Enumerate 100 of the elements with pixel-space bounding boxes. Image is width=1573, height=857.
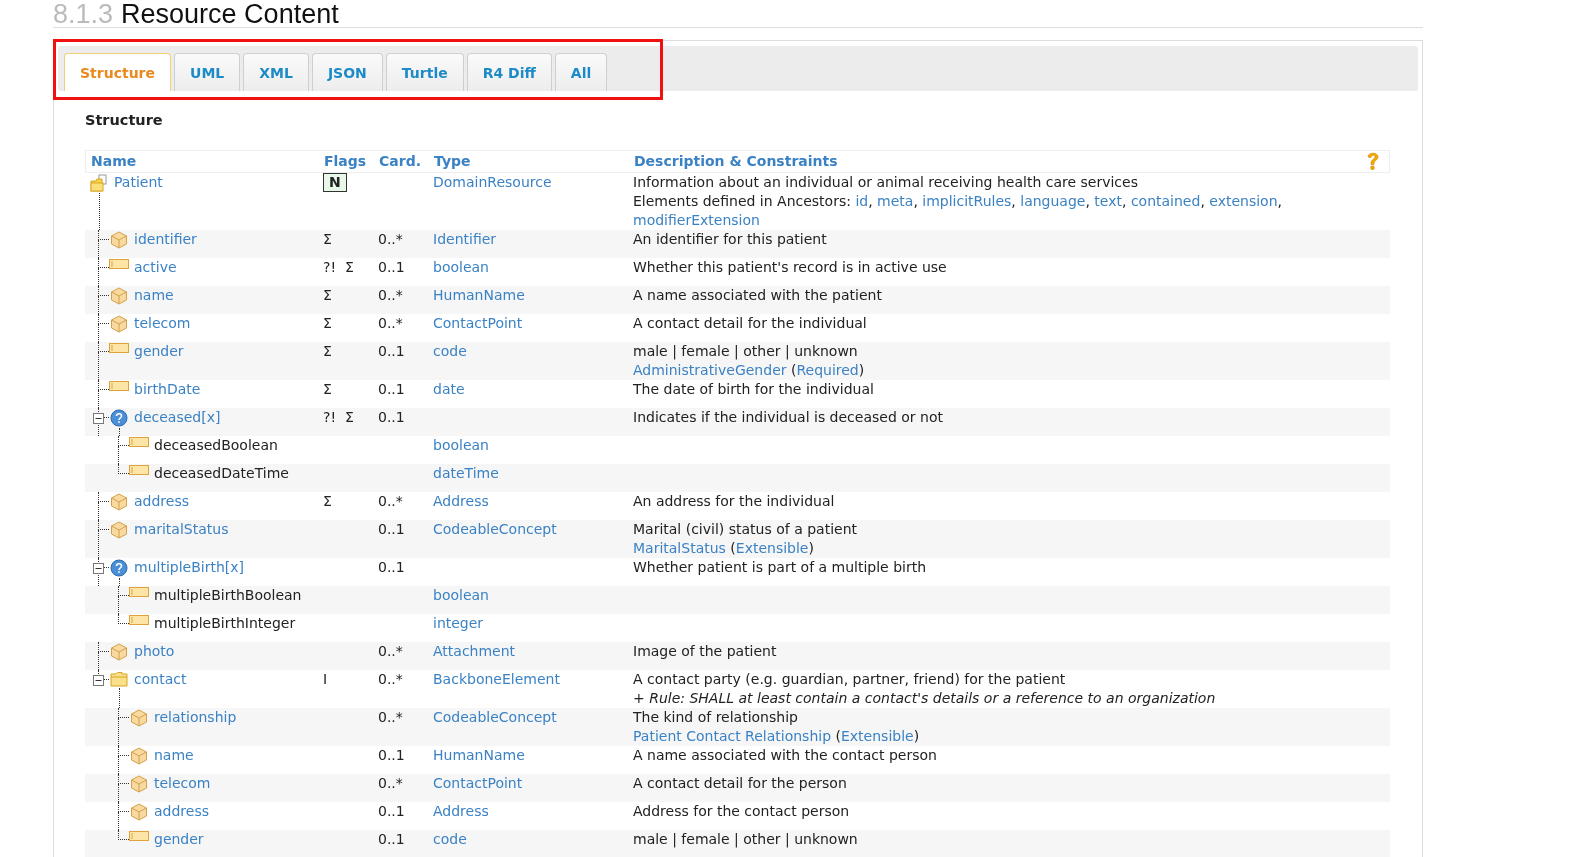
flag-symbol: I [323,670,328,689]
link[interactable]: Required [796,362,859,378]
description-text: An identifier for this patient [633,231,827,247]
cardinality: 0..1 [378,343,405,359]
cube-icon [110,521,128,539]
cube-icon [110,287,128,305]
link[interactable]: AdministrativeGender [633,362,787,378]
link[interactable]: MaritalStatus [633,540,726,556]
description-text: , [868,193,874,209]
link[interactable]: Extensible [841,728,914,744]
flag-symbol: Σ [323,380,332,399]
collapse-icon[interactable] [93,675,104,686]
section-title: Structure [85,111,164,130]
type-link[interactable]: boolean [433,437,489,453]
cardinality: 0..* [378,493,403,509]
element-link[interactable]: name [149,746,194,774]
cube-icon [110,493,128,511]
type-link[interactable]: ContactPoint [433,775,523,791]
description-text: Elements defined in Ancestors: [633,193,852,209]
column-header: Card. [379,152,422,171]
type-link[interactable]: Identifier [433,231,497,247]
bar-icon [109,259,129,269]
link[interactable]: meta [877,193,914,209]
type-link[interactable]: boolean [433,587,489,603]
type-link[interactable]: dateTime [433,465,499,481]
description-text: Whether this patient's record is in active use [633,259,947,275]
link[interactable]: modifierExtension [633,212,760,228]
element-link[interactable]: relationship [149,708,237,746]
type-link[interactable]: date [433,381,465,397]
type-link[interactable]: CodeableConcept [433,521,557,537]
description-text: + Rule: SHALL at least contain a contact's details or a reference to an organization [633,690,1216,706]
type-link[interactable]: HumanName [433,747,525,763]
bar-icon [109,343,129,353]
link[interactable]: text [1094,193,1122,209]
element-link[interactable]: telecom [129,314,191,342]
description-text: A name associated with the contact person [633,747,937,763]
bar-icon [129,587,149,597]
element-link[interactable]: Patient [109,173,163,230]
type-link[interactable]: boolean [433,259,489,275]
bar-icon [129,615,149,625]
bar-icon [129,465,149,475]
link[interactable]: id [855,193,869,209]
collapse-icon[interactable] [93,563,104,574]
description-text: , [1011,193,1017,209]
type-link[interactable]: DomainResource [433,174,552,190]
element-link[interactable]: deceased[x] [129,408,221,436]
cube-icon [130,709,148,727]
description-text: male | female | other | unknown [633,343,858,359]
element-link[interactable]: gender [129,342,184,380]
description-text: ( [789,362,797,378]
link[interactable]: implicitRules [922,193,1012,209]
type-link[interactable]: HumanName [433,287,525,303]
tab[interactable]: Turtle [385,53,464,91]
tab[interactable]: All [554,53,608,91]
folder-icon [110,671,128,687]
description-text: , [913,193,919,209]
element-link[interactable]: name [129,286,174,314]
type-link[interactable]: CodeableConcept [433,709,557,725]
type-link[interactable]: Attachment [433,643,516,659]
tab[interactable]: UML [174,53,241,91]
description-text: Address for the contact person [633,803,850,819]
description-text: , [1277,193,1282,209]
flag-symbol: Σ [323,314,332,333]
element-link[interactable]: gender [149,830,204,857]
link[interactable]: extension [1209,193,1278,209]
type-link[interactable]: BackboneElement [433,671,560,687]
element-link[interactable]: active [129,258,177,286]
link[interactable]: Extensible [735,540,809,556]
description-text: Information about an individual or animal receiving health care services [633,174,1138,190]
type-link[interactable]: code [433,831,467,847]
element-link[interactable]: telecom [149,774,211,802]
element-link[interactable]: contact [129,670,187,708]
description-text: Marital (civil) status of a patient [633,521,857,537]
tab[interactable]: R4 Diff [466,53,552,91]
description-text: ( [729,540,736,556]
element-link[interactable]: identifier [129,230,197,258]
link[interactable]: contained [1130,193,1201,209]
element-link[interactable]: address [149,802,209,830]
type-link[interactable]: ContactPoint [433,315,523,331]
collapse-icon[interactable] [93,413,104,424]
description-text: A name associated with the patient [633,287,882,303]
tab[interactable]: XML [243,53,309,91]
type-link[interactable]: code [433,343,467,359]
element-link[interactable]: birthDate [129,380,201,408]
element-link[interactable]: multipleBirth[x] [129,558,244,586]
type-link[interactable]: integer [433,615,484,631]
element-link[interactable]: photo [129,642,175,670]
link[interactable]: language [1020,193,1086,209]
element-link[interactable]: address [129,492,189,520]
element-link[interactable]: maritalStatus [129,520,229,558]
description-text: An address for the individual [633,493,835,509]
cube-icon [130,775,148,793]
cardinality: 0..* [378,709,403,725]
link[interactable]: Patient Contact Relationship [633,728,832,744]
type-link[interactable]: Address [433,803,489,819]
tab[interactable]: JSON [311,53,383,91]
cube-icon [130,803,148,821]
tab[interactable]: Structure [64,53,171,91]
cardinality: 0..1 [378,803,405,819]
type-link[interactable]: Address [433,493,489,509]
